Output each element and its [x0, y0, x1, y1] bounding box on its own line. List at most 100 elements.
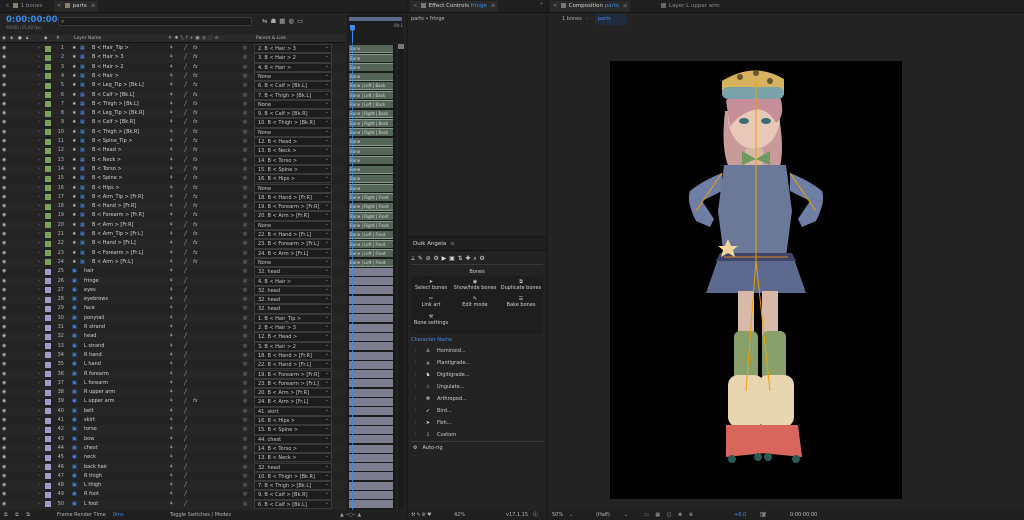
label-color[interactable]	[45, 380, 51, 387]
layer-name[interactable]: B < Hair >	[92, 72, 119, 81]
eye-icon[interactable]: ◉	[2, 304, 6, 313]
parent-dropdown[interactable]: 44. chest	[254, 434, 332, 444]
eye-icon[interactable]: ◉	[2, 53, 6, 62]
layer-row[interactable]: ◉ › 20 ★ ▦ B < Arm > [Fr.R] ⚘ ╱ fx ◎ None	[0, 220, 345, 230]
layer-row[interactable]: ◉ › 31 ▣ R strand ⚘ ╱ ◎ 2. B < Hair > 3	[0, 322, 345, 333]
label-color[interactable]	[45, 482, 51, 489]
pickwhip-icon[interactable]: ◎	[243, 193, 247, 202]
layer-duration-bar[interactable]	[349, 416, 393, 425]
expand-arrow-icon[interactable]: ›	[38, 463, 40, 472]
layer-row[interactable]: ◉ › 43 ▣ bow ⚘ ╱ ◎ 44. chest	[0, 434, 345, 444]
expand-arrow-icon[interactable]: ›	[38, 500, 40, 509]
layer-row[interactable]: ◉ › 19 ★ ▦ B < Forearm > [Fr.R] ⚘ ╱ fx ◎ 20. B < A…	[0, 210, 345, 221]
switch-quality-icon[interactable]: ╱	[184, 258, 187, 267]
switch-shy-icon[interactable]: ⚘	[169, 137, 173, 146]
layer-name[interactable]: B < Arm > [Fr.R]	[92, 221, 134, 230]
switch-shy-icon[interactable]: ⚘	[169, 91, 173, 100]
parent-dropdown[interactable]: 15. B < Spine >	[254, 424, 332, 435]
layer-row[interactable]: ◉ › 11 ★ ▦ B < Spine_Tip > ⚘ ╱ fx ◎ 12. B < Head >	[0, 136, 345, 147]
layer-duration-bar[interactable]	[349, 425, 393, 434]
eye-icon[interactable]: ◉	[2, 351, 6, 360]
layer-row[interactable]: ◉ › 9 ★ ▦ B < Calf > [Bk.R] ⚘ ╱ fx ◎ 10. B < Thigh…	[0, 117, 345, 128]
layer-name[interactable]: B < Forearm > [Fr.L]	[92, 249, 143, 258]
layer-row[interactable]: ◉ › 39 ▣ L upper arm ⚘ ╱ fx ◎ 24. B < Arm > [Fr.L…	[0, 396, 345, 407]
eye-icon[interactable]: ◉	[2, 63, 6, 72]
layer-row[interactable]: ◉ › 34 ▣ R hand ⚘ ╱ ◎ 18. B < Hand > [Fr.R]	[0, 350, 345, 361]
switch-quality-icon[interactable]: ╱	[184, 360, 187, 369]
layer-row[interactable]: ◉ › 26 ▣ fringe ⚘ ╱ ◎ 4. B < Hair >	[0, 275, 345, 286]
eye-icon[interactable]: ◉	[2, 500, 6, 509]
layer-duration-bar[interactable]	[349, 500, 393, 509]
comp-timecode[interactable]: 0:00:00:00	[790, 511, 817, 520]
parent-dropdown[interactable]: None	[254, 257, 332, 268]
parent-dropdown[interactable]: 6. B < Calf > [Bk.L]	[254, 80, 332, 91]
eye-icon[interactable]: ◉	[2, 295, 6, 304]
eye-icon[interactable]: ◉	[2, 323, 6, 332]
search-field[interactable]: ⌕	[58, 17, 252, 26]
pickwhip-icon[interactable]: ◎	[243, 360, 247, 369]
resolution-dropdown[interactable]: (Half)	[596, 511, 610, 520]
duplicate-bones-button[interactable]: ⧉ Duplicate bones	[499, 279, 543, 291]
character-preset-item[interactable]: ⋮ ♘ Ungulate...	[411, 381, 543, 393]
switch-shy-icon[interactable]: ⚘	[169, 239, 173, 248]
parent-dropdown[interactable]: 18. B < Hand > [Fr.R]	[254, 350, 332, 361]
layer-duration-bar[interactable]	[349, 491, 393, 499]
pickwhip-icon[interactable]: ◎	[243, 500, 247, 509]
col-layer-name[interactable]: Layer Name	[74, 35, 101, 43]
label-color[interactable]	[45, 175, 51, 182]
pickwhip-icon[interactable]: ◎	[243, 304, 247, 313]
switch-shy-icon[interactable]: ⚘	[169, 342, 173, 351]
layer-duration-bar[interactable]	[349, 305, 393, 313]
label-color[interactable]	[45, 231, 51, 238]
label-color[interactable]	[45, 101, 51, 108]
label-color[interactable]	[45, 240, 51, 247]
layer-duration-bar[interactable]	[349, 407, 393, 416]
eye-icon[interactable]: ◉	[2, 463, 6, 472]
switch-shy-icon[interactable]: ⚘	[169, 128, 173, 137]
comp-viewer[interactable]	[610, 61, 902, 499]
layer-name[interactable]: B < Spine_Tip >	[92, 137, 133, 146]
layer-name[interactable]: L thigh	[84, 481, 101, 490]
layer-row[interactable]: ◉ › 38 ▣ R upper arm ⚘ ╱ ◎ 20. B < Arm > [Fr.R]	[0, 387, 345, 398]
parent-dropdown[interactable]: 16. B < Hips >	[254, 415, 332, 426]
close-icon[interactable]: ×	[57, 3, 62, 9]
eye-icon[interactable]: ◉	[2, 202, 6, 211]
layer-name[interactable]: B < Leg_Tip > [Bk.R]	[92, 109, 144, 118]
expand-arrow-icon[interactable]: ›	[38, 332, 40, 341]
label-color[interactable]	[45, 185, 51, 191]
fx-icon[interactable]: fx	[193, 249, 198, 258]
layer-duration-bar[interactable]	[349, 342, 393, 351]
expand-arrow-icon[interactable]: ›	[38, 425, 40, 434]
switch-quality-icon[interactable]: ╱	[184, 379, 187, 388]
tab-1-bones[interactable]: × 1 bones	[2, 1, 45, 12]
layer-row[interactable]: ◉ › 35 ▣ L hand ⚘ ╱ ◎ 22. B < Hand > [Fr.L]	[0, 359, 345, 370]
expand-arrow-icon[interactable]: ›	[38, 295, 40, 304]
switch-quality-icon[interactable]: ╱	[184, 156, 187, 165]
label-color[interactable]	[45, 119, 51, 126]
switch-quality-icon[interactable]: ╱	[184, 314, 187, 323]
layer-row[interactable]: ◉ › 27 ▣ eyes ⚘ ╱ ◎ 32. head	[0, 285, 345, 296]
parent-dropdown[interactable]: 23. B < Forearm > [Fr.L]	[254, 238, 332, 249]
layer-name[interactable]: B < Hair > 2	[92, 63, 124, 72]
switch-quality-icon[interactable]: ╱	[184, 193, 187, 202]
layer-name[interactable]: chest	[84, 444, 98, 453]
expand-arrow-icon[interactable]: ›	[38, 258, 40, 267]
parent-dropdown[interactable]: 32. head	[254, 285, 332, 296]
label-color[interactable]	[45, 408, 51, 415]
expand-arrow-icon[interactable]: ›	[38, 453, 40, 462]
switch-shy-icon[interactable]: ⚘	[169, 100, 173, 109]
expand-arrow-icon[interactable]: ›	[38, 249, 40, 258]
switch-quality-icon[interactable]: ╱	[184, 165, 187, 174]
eye-icon[interactable]: ◉	[2, 249, 6, 258]
expand-arrow-icon[interactable]: ›	[38, 304, 40, 313]
layer-name[interactable]: belt	[84, 407, 94, 416]
switch-shy-icon[interactable]: ⚘	[169, 351, 173, 360]
comp-nav-current[interactable]: parts	[595, 14, 627, 25]
label-color[interactable]	[45, 222, 51, 229]
parent-dropdown[interactable]: 18. B < Hand > [Fr.R]	[254, 192, 332, 203]
switch-shy-icon[interactable]: ⚘	[169, 500, 173, 509]
expand-arrow-icon[interactable]: ›	[38, 184, 40, 193]
layer-name[interactable]: fringe	[84, 277, 99, 286]
layer-row[interactable]: ◉ › 22 ★ ▦ B < Hand > [Fr.L] ⚘ ╱ fx ◎ 23. B < Fore…	[0, 238, 345, 249]
expand-arrow-icon[interactable]: ›	[38, 137, 40, 146]
